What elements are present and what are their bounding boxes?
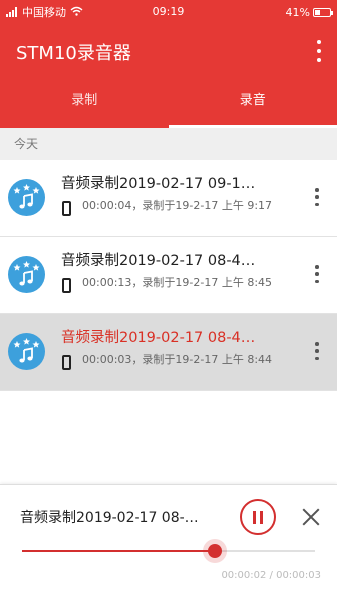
status-time: 09:19 (152, 5, 185, 18)
recording-name: 音频录制2019-02-17 08-4… (61, 253, 256, 269)
recordings-list: 音频录制2019-02-17 09-1… 00:00:04，录制于19-2-17… (0, 160, 337, 391)
phone-icon (62, 201, 71, 216)
player-time: 00:00:02 / 00:00:03 (221, 570, 321, 581)
music-note-icon (8, 256, 45, 293)
recording-meta: 00:00:04，录制于19-2-17 上午 9:17 (82, 199, 273, 212)
recording-item[interactable]: 音频录制2019-02-17 09-1… 00:00:04，录制于19-2-17… (0, 160, 337, 237)
recording-name: 音频录制2019-02-17 08-4… (61, 330, 256, 346)
recording-meta: 00:00:13，录制于19-2-17 上午 8:45 (82, 276, 273, 289)
tab-bar: 录制 录音 (0, 76, 337, 128)
progress-fill (22, 550, 216, 552)
pause-button[interactable] (240, 499, 276, 535)
music-note-icon (8, 179, 45, 216)
player-title: 音频录制2019-02-17 08-… (20, 510, 199, 526)
app-title: STM10录音器 (16, 43, 131, 64)
mini-player: 音频录制2019-02-17 08-… 00:00:02 / 00:00:03 (0, 484, 337, 600)
more-options-icon[interactable] (314, 265, 320, 283)
section-header-today: 今天 (0, 128, 337, 160)
tab-record[interactable]: 录制 (0, 76, 169, 128)
overflow-menu-icon[interactable] (315, 40, 323, 62)
recording-item-selected[interactable]: 音频录制2019-02-17 08-4… 00:00:03，录制于19-2-17… (0, 314, 337, 391)
battery-icon (313, 7, 333, 17)
more-options-icon[interactable] (314, 342, 320, 360)
tab-recordings-label: 录音 (239, 93, 266, 108)
more-options-icon[interactable] (314, 188, 320, 206)
tab-record-label: 录制 (71, 93, 98, 108)
progress-thumb[interactable] (208, 544, 223, 558)
tab-recordings[interactable]: 录音 (168, 76, 337, 128)
pause-icon (253, 510, 256, 524)
phone-icon (62, 278, 71, 293)
recording-name: 音频录制2019-02-17 09-1… (61, 176, 256, 192)
close-icon[interactable] (297, 503, 325, 531)
music-note-icon (8, 333, 45, 370)
recording-item[interactable]: 音频录制2019-02-17 08-4… 00:00:13，录制于19-2-17… (0, 237, 337, 314)
recording-meta: 00:00:03，录制于19-2-17 上午 8:44 (82, 353, 273, 366)
status-bar: 中国移动 09:19 41% (0, 0, 337, 24)
app-bar: STM10录音器 (0, 24, 337, 76)
progress-slider[interactable] (22, 544, 315, 558)
phone-icon (62, 355, 71, 370)
